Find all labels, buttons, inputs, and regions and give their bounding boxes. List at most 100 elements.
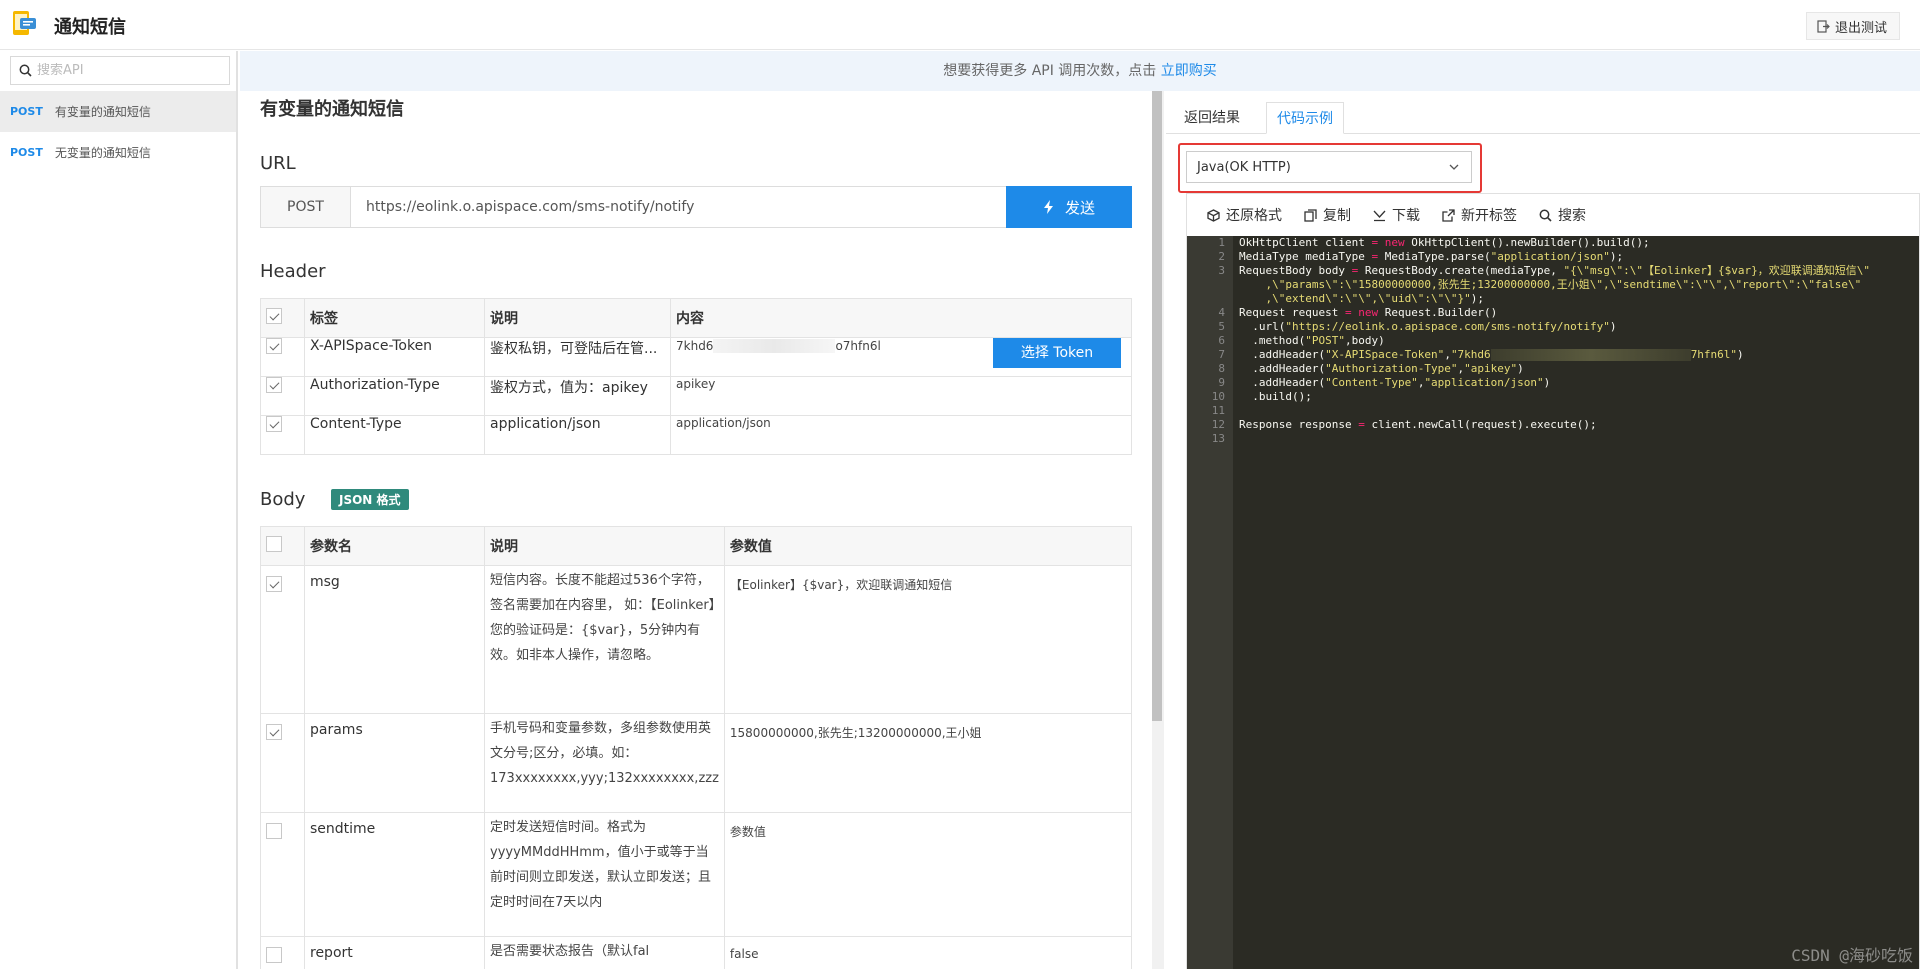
watermark: CSDN @海砂吃饭	[1791, 946, 1913, 965]
code-lines: OkHttpClient client = new OkHttpClient()…	[1239, 236, 1870, 446]
checkbox[interactable]	[266, 416, 282, 432]
logout-button[interactable]: 退出测试	[1805, 12, 1900, 40]
param-desc: 短信内容。长度不能超过536个字符，签名需要加在内容里， 如：【Eolinker…	[484, 565, 725, 714]
checkbox[interactable]	[266, 947, 282, 963]
code-line: .addHeader("Content-Type","application/j…	[1239, 376, 1551, 389]
header-desc: 鉴权方式，值为：apikey	[484, 376, 671, 416]
header-name: X-APISpace-Token	[304, 337, 485, 377]
line-number: 4	[1218, 306, 1225, 319]
tool-label: 下载	[1392, 208, 1420, 224]
checkbox[interactable]	[266, 724, 282, 740]
table-row: report 是否需要状态报告（默认fal false	[260, 936, 1133, 969]
table-row: params 手机号码和变量参数，多组参数使用英文分号;区分，必填。如：173x…	[260, 713, 1133, 813]
param-value-placeholder[interactable]: 参数值	[723, 812, 1133, 937]
download-icon	[1373, 210, 1386, 221]
body-section: Body JSON 格式	[260, 489, 460, 510]
tab-response[interactable]: 返回结果	[1174, 102, 1250, 134]
api-name: 无变量的通知短信	[54, 146, 151, 160]
param-name: msg	[304, 565, 485, 714]
line-number: 7	[1218, 348, 1225, 361]
url-section-title: URL	[260, 153, 296, 174]
api-list: POST 有变量的通知短信 POST 无变量的通知短信	[0, 91, 236, 173]
api-search[interactable]	[10, 56, 230, 85]
param-name: sendtime	[304, 812, 485, 937]
tab-code-example[interactable]: 代码示例	[1266, 102, 1344, 134]
language-select[interactable]: Java(OK HTTP)	[1186, 151, 1472, 183]
body-params-table: 参数名 说明 参数值 msg 短信内容。长度不能超过536个字符，签名需要加在内…	[260, 526, 1133, 969]
select-token-button[interactable]: 选择 Token	[993, 338, 1121, 368]
main-panel: 有变量的通知短信 URL POST 发送 Header 标签 说明 内容 X-A…	[240, 91, 1152, 969]
table-row: Authorization-Type 鉴权方式，值为：apikey apikey	[260, 376, 1132, 416]
header-name: Content-Type	[304, 415, 485, 455]
code-line: .addHeader("X-APISpace-Token","7khd6 7hfn…	[1239, 348, 1744, 361]
table-row: X-APISpace-Token 鉴权私钥，可登陆后在管... 7khd6 o7h…	[260, 337, 1132, 377]
format-button[interactable]: 还原格式	[1207, 205, 1282, 225]
param-value[interactable]: false	[723, 936, 1133, 969]
header-value-cell[interactable]: 7khd6 o7hfn6l 选择 Token	[670, 337, 1132, 377]
main-scrollbar[interactable]	[1152, 91, 1164, 969]
result-tabs: 返回结果 代码示例	[1166, 102, 1920, 134]
redacted-token	[713, 339, 836, 353]
param-value[interactable]: 【Eolinker】{$var}，欢迎联调通知短信	[723, 565, 1133, 714]
language-value: Java(OK HTTP)	[1197, 159, 1291, 175]
param-value[interactable]: 15800000000,张先生;13200000000,王小姐	[723, 713, 1133, 813]
api-search-input[interactable]	[37, 63, 217, 78]
code-line: .method("POST",body)	[1239, 334, 1385, 347]
json-format-badge: JSON 格式	[331, 489, 409, 510]
checkbox[interactable]	[266, 308, 282, 324]
checkbox[interactable]	[266, 576, 282, 592]
copy-button[interactable]: 复制	[1304, 205, 1351, 225]
search-icon	[19, 64, 32, 77]
logout-label: 退出测试	[1834, 20, 1887, 36]
param-desc: 定时发送短信时间。格式为yyyyMMddHHmm，值小于或等于当前时间则立即发送…	[484, 812, 725, 937]
header-table: 标签 说明 内容 X-APISpace-Token 鉴权私钥，可登陆后在管...…	[260, 298, 1132, 455]
table-row: msg 短信内容。长度不能超过536个字符，签名需要加在内容里， 如：【Eoli…	[260, 565, 1133, 714]
header-desc: application/json	[484, 415, 671, 455]
header-section-title: Header	[260, 261, 326, 282]
header-select-all[interactable]	[260, 298, 305, 338]
chevron-down-icon	[1449, 164, 1459, 170]
banner-text: 想要获得更多 API 调用次数，点击	[943, 63, 1161, 79]
url-input[interactable]	[351, 187, 1006, 227]
code-area[interactable]: 1 2 3 4 5 6 7 8 9 10 11 12 13 OkHttpClie…	[1187, 236, 1919, 969]
line-number: 13	[1211, 432, 1225, 445]
checkbox[interactable]	[266, 377, 282, 393]
tool-label: 搜索	[1558, 208, 1586, 224]
sidebar-item-no-variable-sms[interactable]: POST 无变量的通知短信	[0, 132, 236, 173]
code-line: .url("https://eolink.o.apispace.com/sms-…	[1239, 320, 1617, 333]
line-number: 1	[1218, 236, 1225, 249]
line-number: 5	[1218, 320, 1225, 333]
header-value[interactable]: apikey	[670, 376, 1132, 416]
download-button[interactable]: 下载	[1373, 205, 1420, 225]
send-button[interactable]: 发送	[1006, 186, 1132, 228]
checkbox[interactable]	[266, 536, 282, 552]
header-value[interactable]: application/json	[670, 415, 1132, 455]
col-param-desc: 说明	[484, 526, 725, 566]
cube-icon	[1207, 208, 1220, 222]
checkbox[interactable]	[266, 823, 282, 839]
tool-label: 复制	[1323, 208, 1351, 224]
table-row: sendtime 定时发送短信时间。格式为yyyyMMddHHmm，值小于或等于…	[260, 812, 1133, 937]
token-suffix: o7hfn6l	[835, 339, 881, 353]
col-param-value: 参数值	[723, 526, 1133, 566]
buy-now-link[interactable]: 立即购买	[1161, 63, 1217, 79]
checkbox[interactable]	[266, 338, 282, 354]
line-number: 6	[1218, 334, 1225, 347]
sidebar-item-variable-sms[interactable]: POST 有变量的通知短信	[0, 91, 236, 132]
line-gutter: 1 2 3 4 5 6 7 8 9 10 11 12 13	[1187, 236, 1233, 969]
url-bar: POST 发送	[260, 186, 1132, 228]
col-param-name: 参数名	[304, 526, 485, 566]
tool-label: 新开标签	[1461, 208, 1517, 224]
open-new-tab-button[interactable]: 新开标签	[1442, 205, 1517, 225]
code-search-button[interactable]: 搜索	[1539, 205, 1586, 225]
editor-toolbar: 还原格式 复制 下载 新开标签 搜索	[1187, 194, 1919, 236]
api-method: POST	[10, 105, 43, 118]
redacted-token	[1490, 349, 1691, 361]
col-content: 内容	[670, 298, 1132, 338]
scrollbar-thumb[interactable]	[1152, 91, 1162, 721]
param-name: report	[304, 936, 485, 969]
line-number: 2	[1218, 250, 1225, 263]
line-number: 11	[1211, 404, 1225, 417]
